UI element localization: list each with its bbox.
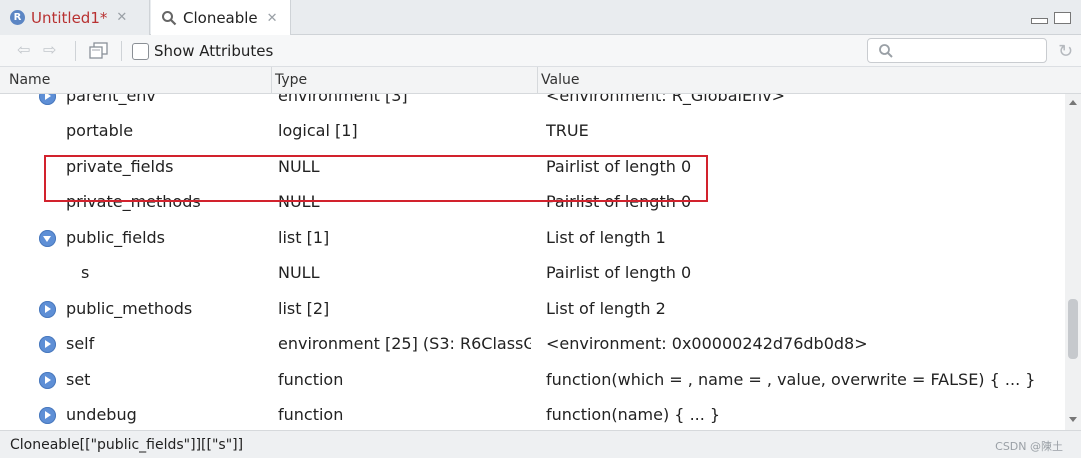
magnifier-icon xyxy=(162,11,177,26)
expand-icon[interactable] xyxy=(39,336,56,353)
search-input[interactable] xyxy=(867,38,1047,63)
row-value: Pairlist of length 0 xyxy=(546,192,692,211)
refresh-icon[interactable]: ↻ xyxy=(1058,41,1073,62)
table-row[interactable]: public_methods list [2] List of length 2 xyxy=(0,291,1065,326)
row-name: public_methods xyxy=(66,299,193,318)
row-name: s xyxy=(81,263,90,282)
row-value: List of length 2 xyxy=(546,299,666,318)
minimize-pane-button[interactable] xyxy=(1031,18,1048,24)
row-type: list [1] xyxy=(278,228,330,247)
toolbar-divider xyxy=(75,41,76,61)
row-name: private_methods xyxy=(66,192,201,211)
scrollbar-thumb[interactable] xyxy=(1068,299,1078,359)
tab-cloneable-label: Cloneable xyxy=(183,9,258,27)
back-arrow-icon[interactable]: ⇦ xyxy=(17,42,35,58)
selected-path: Cloneable[["public_fields"]][["s"]] xyxy=(10,437,244,453)
close-icon[interactable]: ✕ xyxy=(267,11,278,26)
column-name-header[interactable]: Name xyxy=(9,72,50,88)
watermark: CSDN @陳土 xyxy=(995,440,1063,453)
row-value: function(name) { ... } xyxy=(546,405,721,424)
column-divider[interactable] xyxy=(537,67,538,94)
maximize-pane-button[interactable] xyxy=(1054,12,1071,24)
row-value: TRUE xyxy=(546,121,589,140)
row-type: NULL xyxy=(278,263,320,282)
r-file-icon: R xyxy=(10,10,25,25)
row-value: <environment: 0x00000242d76db0d8> xyxy=(546,334,868,353)
table-row[interactable]: portable logical [1] TRUE xyxy=(0,113,1065,148)
row-type: environment [25] (S3: R6ClassGe xyxy=(278,334,531,353)
status-bar: Cloneable[["public_fields"]][["s"]] CSDN… xyxy=(0,430,1081,458)
scroll-down-icon[interactable] xyxy=(1069,417,1077,422)
row-value: function(which = , name = , value, overw… xyxy=(546,370,1036,389)
show-attributes-label: Show Attributes xyxy=(154,42,274,60)
row-type: function xyxy=(278,370,344,389)
column-value-header[interactable]: Value xyxy=(541,72,579,88)
tab-untitled1-label: Untitled1* xyxy=(31,8,108,27)
row-type: environment [3] xyxy=(278,94,408,105)
expand-icon[interactable] xyxy=(39,372,56,389)
column-type-header[interactable]: Type xyxy=(275,72,307,88)
row-value: List of length 1 xyxy=(546,228,666,247)
row-value: <environment: R_GlobalEnv> xyxy=(546,94,786,105)
row-name: parent_env xyxy=(66,94,156,105)
row-type: function xyxy=(278,405,344,424)
toolbar: ⇦ ⇨ Show Attributes ↻ xyxy=(0,35,1081,67)
show-attributes-toggle[interactable]: Show Attributes xyxy=(132,42,273,60)
row-name: private_fields xyxy=(66,157,174,176)
row-value: Pairlist of length 0 xyxy=(546,263,692,282)
table-row[interactable]: undebug function function(name) { ... } xyxy=(0,397,1065,430)
show-in-new-window-icon[interactable] xyxy=(89,42,109,60)
tab-untitled1[interactable]: R Untitled1* ✕ xyxy=(0,0,150,35)
row-name: undebug xyxy=(66,405,137,424)
column-header: Name Type Value xyxy=(0,67,1081,94)
table-row[interactable]: private_methods NULL Pairlist of length … xyxy=(0,184,1065,219)
row-type: logical [1] xyxy=(278,121,358,140)
row-type: list [2] xyxy=(278,299,330,318)
table-row[interactable]: set function function(which = , name = ,… xyxy=(0,362,1065,397)
table-row[interactable]: self environment [25] (S3: R6ClassGe <en… xyxy=(0,326,1065,361)
row-name: portable xyxy=(66,121,134,140)
scroll-up-icon[interactable] xyxy=(1069,100,1077,105)
expand-icon[interactable] xyxy=(39,407,56,424)
toolbar-divider xyxy=(121,41,122,61)
collapse-icon[interactable] xyxy=(39,230,56,247)
table-row[interactable]: parent_env environment [3] <environment:… xyxy=(0,94,1065,113)
expand-icon[interactable] xyxy=(39,94,56,105)
table-row[interactable]: private_fields NULL Pairlist of length 0 xyxy=(0,149,1065,184)
table-row-selected[interactable]: s NULL Pairlist of length 0 xyxy=(0,255,1065,290)
tab-cloneable[interactable]: Cloneable ✕ xyxy=(151,0,291,36)
row-name: set xyxy=(66,370,91,389)
show-attributes-checkbox[interactable] xyxy=(132,42,149,60)
search-icon xyxy=(879,44,893,58)
tab-bar: R Untitled1* ✕ Cloneable ✕ xyxy=(0,0,1081,36)
row-name: public_fields xyxy=(66,228,165,247)
vertical-scrollbar[interactable] xyxy=(1065,94,1081,430)
column-divider[interactable] xyxy=(271,67,272,94)
table-row[interactable]: public_fields list [1] List of length 1 xyxy=(0,220,1065,255)
expand-icon[interactable] xyxy=(39,301,56,318)
row-type: NULL xyxy=(278,157,320,176)
forward-arrow-icon[interactable]: ⇨ xyxy=(43,42,61,58)
row-name: self xyxy=(66,334,95,353)
row-type: NULL xyxy=(278,192,320,211)
object-explorer-table: parent_env environment [3] <environment:… xyxy=(0,94,1065,430)
row-value: Pairlist of length 0 xyxy=(546,157,692,176)
close-icon[interactable]: ✕ xyxy=(116,10,127,25)
